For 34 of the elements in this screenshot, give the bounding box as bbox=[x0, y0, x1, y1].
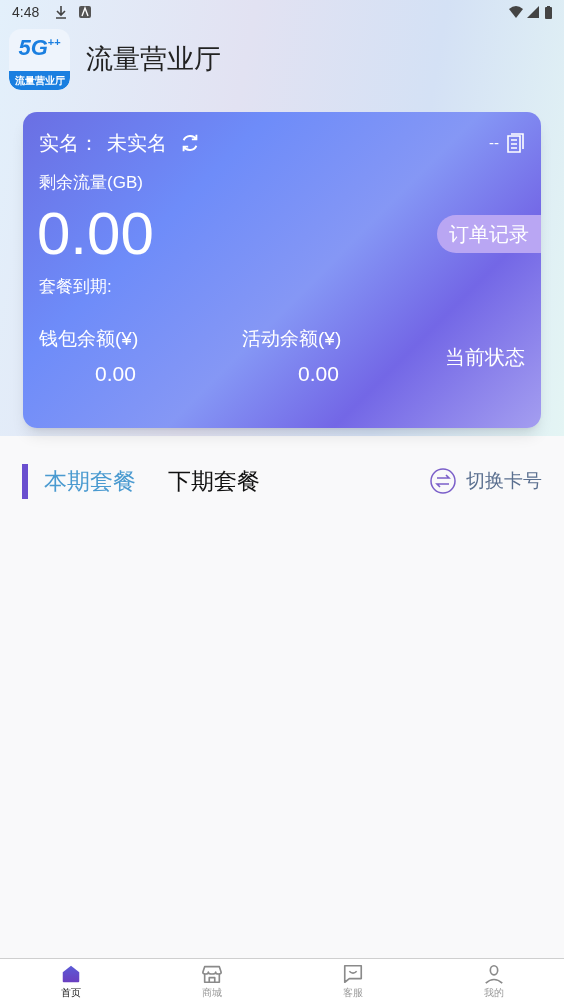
app-title: 流量营业厅 bbox=[86, 43, 221, 77]
nav-tab[interactable]: 商城 bbox=[141, 959, 282, 1004]
package-tab[interactable]: 下期套餐 bbox=[168, 464, 260, 499]
swap-icon[interactable] bbox=[430, 468, 456, 495]
balance-label: 活动余额(¥) bbox=[242, 327, 342, 351]
wifi-icon bbox=[509, 6, 523, 18]
nav-tab[interactable]: 首页 bbox=[0, 959, 141, 1004]
person-icon bbox=[482, 963, 505, 985]
balance-value: 0.00 bbox=[298, 360, 339, 387]
logo-mark: 5G bbox=[18, 37, 48, 59]
shop-icon bbox=[200, 963, 223, 985]
document-icon[interactable] bbox=[507, 133, 525, 153]
battery-icon bbox=[545, 5, 552, 19]
flow-value: 0.00 bbox=[36, 203, 155, 264]
balance-label: 钱包余额(¥) bbox=[39, 327, 139, 351]
logo-plus: ++ bbox=[47, 37, 61, 48]
switch-card-button[interactable]: 切换卡号 bbox=[466, 467, 542, 496]
phone-number: -- bbox=[489, 132, 499, 153]
current-status: 当前状态 bbox=[445, 345, 525, 370]
chat-icon bbox=[341, 963, 364, 985]
status-time: 4:48 bbox=[12, 2, 40, 22]
expiry-label: 套餐到期: bbox=[38, 275, 113, 298]
download-icon bbox=[55, 5, 68, 19]
nav-tab[interactable]: 客服 bbox=[282, 959, 423, 1004]
balance-value: 0.00 bbox=[95, 360, 136, 387]
flow-label: 剩余流量(GB) bbox=[38, 172, 144, 194]
signal-icon bbox=[527, 6, 539, 18]
package-tab[interactable]: 本期套餐 bbox=[22, 464, 136, 499]
logo-caption: 流量营业厅 bbox=[9, 71, 70, 90]
nav-tab[interactable]: 我的 bbox=[423, 959, 564, 1004]
realname-value: 未实名 bbox=[107, 131, 167, 156]
order-history-button[interactable]: 订单记录 bbox=[437, 214, 541, 253]
realname-label: 实名： bbox=[39, 131, 99, 156]
app-notification-icon bbox=[79, 6, 92, 18]
